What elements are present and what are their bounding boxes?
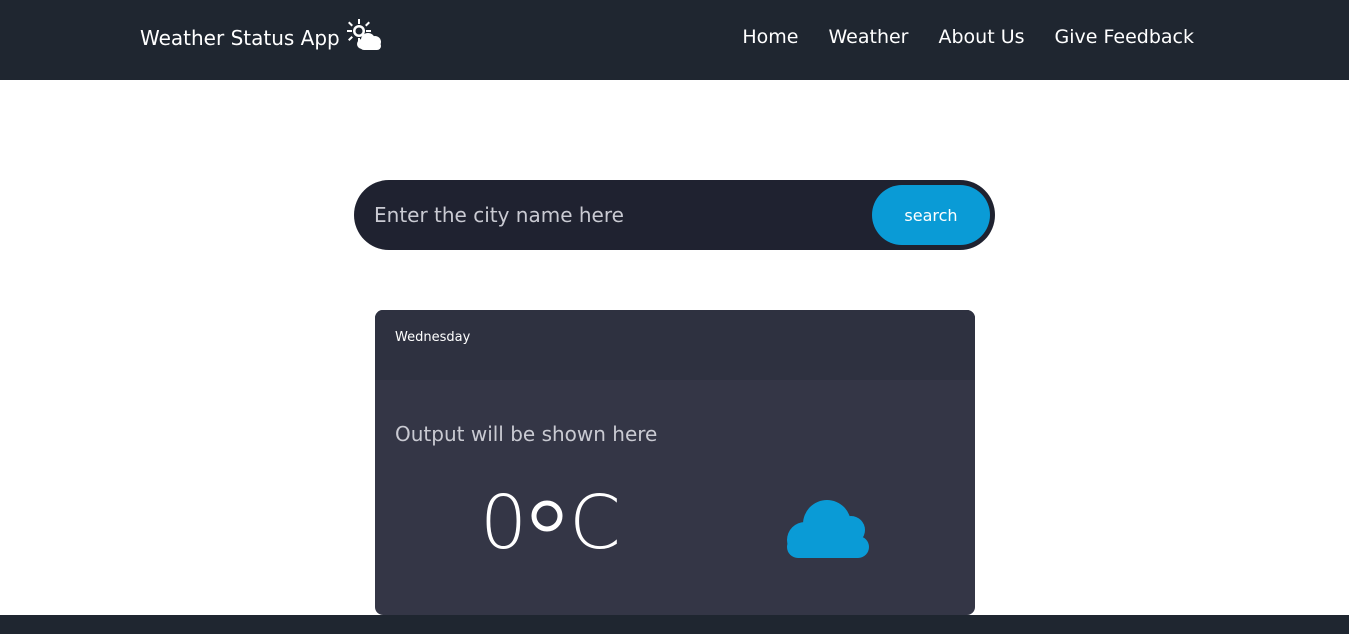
navbar: Weather Status App Home Weather About Us…	[0, 0, 1349, 80]
temperature-value: 0	[480, 480, 530, 566]
city-search-input[interactable]	[374, 194, 854, 236]
degree-icon	[531, 500, 563, 532]
nav-item-weather: Weather	[829, 26, 909, 48]
weather-card: Wednesday Output will be shown here 0 C	[375, 310, 975, 615]
degree-symbol	[529, 476, 569, 550]
temperature-display: 0 C	[480, 480, 623, 566]
nav-link-weather[interactable]: Weather	[829, 26, 909, 48]
search-button[interactable]: search	[872, 185, 990, 245]
nav-link-give-feedback[interactable]: Give Feedback	[1055, 26, 1194, 48]
brand-title: Weather Status App	[140, 26, 340, 50]
card-header: Wednesday	[375, 310, 975, 380]
search-form: search	[354, 180, 995, 250]
nav-item-feedback: Give Feedback	[1055, 26, 1194, 48]
sun-cloud-icon	[346, 19, 381, 50]
cloud-icon	[787, 500, 869, 558]
brand-link[interactable]: Weather Status App	[140, 19, 384, 52]
footer-bar	[0, 615, 1349, 634]
nav-item-home: Home	[742, 26, 798, 48]
nav-item-about: About Us	[939, 26, 1025, 48]
nav-menu: Home Weather About Us Give Feedback	[742, 26, 1194, 48]
city-output-text: Output will be shown here	[395, 422, 658, 446]
temperature-unit: C	[569, 480, 623, 566]
nav-link-home[interactable]: Home	[742, 26, 798, 48]
nav-link-about-us[interactable]: About Us	[939, 26, 1025, 48]
day-label: Wednesday	[395, 330, 471, 345]
